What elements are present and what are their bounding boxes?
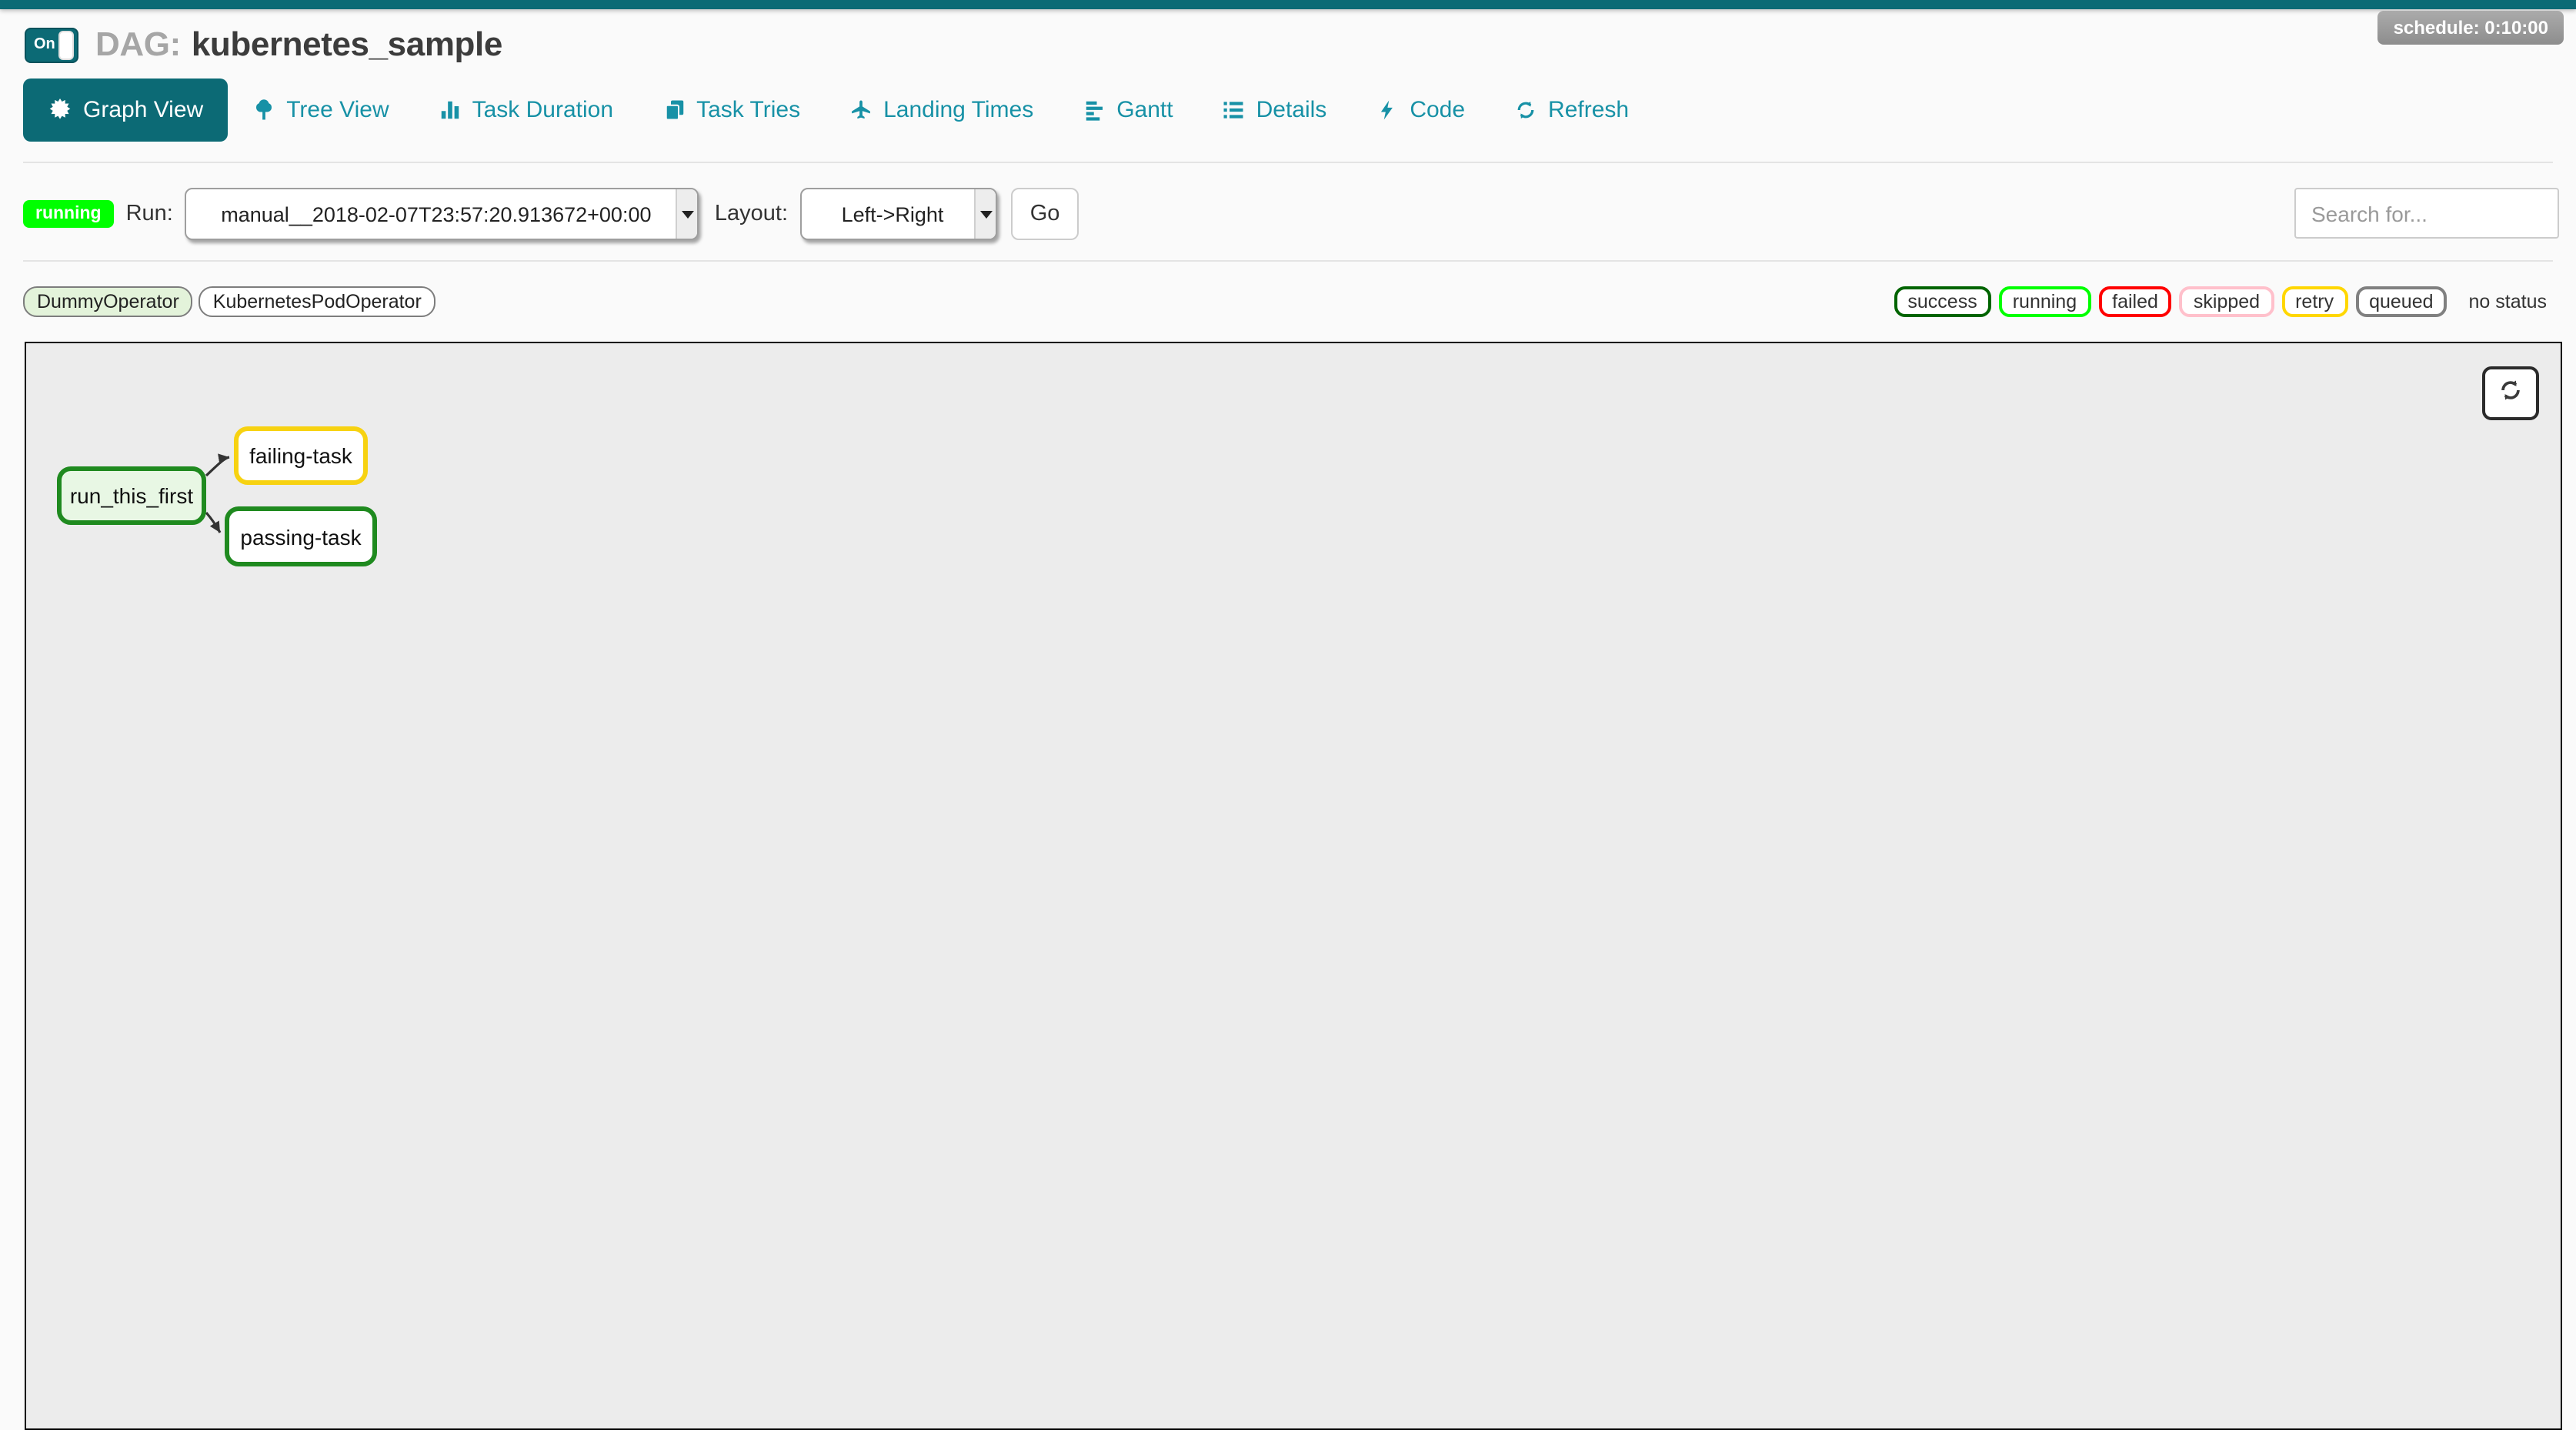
list-icon xyxy=(1223,99,1246,122)
operator-legend: DummyOperator KubernetesPodOperator xyxy=(23,286,435,317)
search-input[interactable] xyxy=(2294,188,2559,239)
tab-label: Refresh xyxy=(1548,97,1629,123)
state-badge-queued: queued xyxy=(2355,286,2447,317)
legend-row: DummyOperator KubernetesPodOperator succ… xyxy=(23,286,2561,317)
refresh-icon xyxy=(1514,99,1537,122)
state-badge-failed: failed xyxy=(2098,286,2172,317)
divider xyxy=(23,162,2553,163)
tab-gantt[interactable]: Gantt xyxy=(1058,79,1197,142)
run-controls: running Run: manual__2018-02-07T23:57:20… xyxy=(23,188,1079,240)
state-badge-skipped: skipped xyxy=(2180,286,2274,317)
copy-icon xyxy=(662,99,686,122)
refresh-graph-button[interactable] xyxy=(2482,366,2539,420)
tab-label: Tree View xyxy=(286,97,389,123)
align-left-icon xyxy=(1083,99,1106,122)
tab-label: Gantt xyxy=(1116,97,1173,123)
bar-chart-icon xyxy=(439,99,462,122)
tree-icon xyxy=(252,99,275,122)
layout-select[interactable]: Left->Right xyxy=(800,188,997,240)
refresh-icon xyxy=(2498,376,2524,410)
page-title: DAG: kubernetes_sample xyxy=(95,25,502,65)
tab-label: Task Tries xyxy=(696,97,800,123)
chevron-down-icon xyxy=(676,189,698,239)
tab-details[interactable]: Details xyxy=(1198,79,1352,142)
run-select[interactable]: manual__2018-02-07T23:57:20.913672+00:00 xyxy=(185,188,699,240)
tab-label: Task Duration xyxy=(472,97,613,123)
certificate-icon xyxy=(48,98,72,122)
run-select-value: manual__2018-02-07T23:57:20.913672+00:00 xyxy=(187,202,676,226)
run-label: Run: xyxy=(126,202,173,226)
state-badge-retry: retry xyxy=(2281,286,2347,317)
state-legend: success running failed skipped retry que… xyxy=(1894,286,2561,317)
toggle-on-label: On xyxy=(34,36,55,53)
tab-label: Graph View xyxy=(83,97,203,123)
state-badge-no-status: no status xyxy=(2455,286,2561,317)
task-node-run-this-first[interactable]: run_this_first xyxy=(57,466,206,525)
plane-icon xyxy=(849,99,873,122)
dag-prefix-label: DAG: xyxy=(95,25,181,63)
tab-refresh[interactable]: Refresh xyxy=(1490,79,1653,142)
tab-task-duration[interactable]: Task Duration xyxy=(414,79,638,142)
go-button[interactable]: Go xyxy=(1011,188,1079,240)
dag-edges xyxy=(26,343,2561,1428)
task-node-passing-task[interactable]: passing-task xyxy=(225,506,377,566)
graph-canvas[interactable]: run_this_first failing-task passing-task xyxy=(25,342,2562,1430)
tab-label: Code xyxy=(1410,97,1465,123)
bolt-icon xyxy=(1376,99,1399,122)
state-badge-running: running xyxy=(1999,286,2090,317)
chevron-down-icon xyxy=(974,189,996,239)
edge-run-to-passing xyxy=(206,513,220,533)
tab-landing-times[interactable]: Landing Times xyxy=(825,79,1058,142)
top-navbar xyxy=(0,0,2576,9)
run-state-badge: running xyxy=(23,200,114,228)
state-badge-success: success xyxy=(1894,286,1990,317)
operator-badge-kubernetespod: KubernetesPodOperator xyxy=(199,286,435,317)
tab-code[interactable]: Code xyxy=(1351,79,1490,142)
layout-label: Layout: xyxy=(715,202,788,226)
dag-on-off-toggle[interactable]: On xyxy=(25,27,78,62)
tab-label: Details xyxy=(1256,97,1327,123)
tab-graph-view[interactable]: Graph View xyxy=(23,79,228,142)
dag-name: kubernetes_sample xyxy=(192,25,502,63)
edge-run-to-failing xyxy=(206,457,229,476)
layout-select-value: Left->Right xyxy=(802,202,974,226)
airflow-dag-page: On DAG: kubernetes_sample schedule: 0:10:… xyxy=(0,0,2576,1430)
tab-label: Landing Times xyxy=(883,97,1033,123)
schedule-badge: schedule: 0:10:00 xyxy=(2378,11,2564,45)
toggle-handle[interactable] xyxy=(58,30,74,59)
tab-tree-view[interactable]: Tree View xyxy=(228,79,413,142)
tab-task-tries[interactable]: Task Tries xyxy=(638,79,825,142)
header: On DAG: kubernetes_sample xyxy=(25,25,502,65)
task-node-failing-task[interactable]: failing-task xyxy=(234,426,368,485)
operator-badge-dummy: DummyOperator xyxy=(23,286,193,317)
divider xyxy=(23,260,2553,262)
view-tabs: Graph View Tree View Task Duration Task … xyxy=(23,79,1653,142)
